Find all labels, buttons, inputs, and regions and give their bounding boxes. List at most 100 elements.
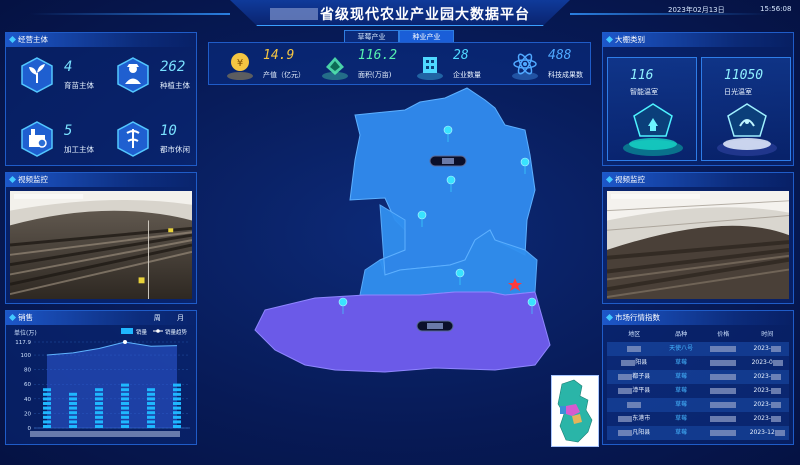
bar-segment (121, 392, 129, 396)
blurred-region (427, 323, 443, 329)
sales-panel: 销售 周 月 单位(万) 销量 销量趋势 0 20 40 60 80 100 117.9 (5, 310, 197, 445)
bar-segment (95, 420, 103, 424)
market-table-header: 地区 品种 价格 时间 (607, 328, 789, 342)
cell-time: 2023-0 (745, 356, 789, 370)
left-video-panel: 视频监控 (5, 172, 197, 304)
entity-label: 都市休闲 (160, 145, 190, 154)
table-row[interactable]: 漳平县 草莓 2023- (607, 384, 789, 398)
yuan-icon: ¥ (227, 53, 253, 80)
blurred-region (770, 345, 781, 352)
entity-label: 育苗主体 (64, 81, 94, 90)
cell-price (701, 370, 746, 384)
bar-segment (173, 420, 181, 424)
table-row[interactable]: 都子县 草莓 2023- (607, 370, 789, 384)
entity-label: 加工主体 (64, 145, 94, 154)
cell-time: 2023- (745, 342, 789, 356)
blurred-region (618, 415, 633, 422)
entities-title: 经营主体 (6, 33, 196, 47)
bar-segment (147, 397, 155, 401)
cell-time: 2023- (745, 412, 789, 426)
bar-segment (121, 420, 129, 424)
blurred-region (270, 8, 318, 20)
y-tick-label: 100 (21, 353, 32, 359)
greenhouse-solar-icon (717, 103, 777, 156)
stats-bar: ¥14.9 产值（亿元） 116.2 面积(万亩) 28 企业数量 488 科技成果数 (208, 42, 591, 85)
entity-card[interactable]: 262 种植主体 (116, 55, 201, 95)
bar-segment (147, 406, 155, 410)
table-row[interactable]: 阳县 草莓 2023-0 (607, 356, 789, 370)
page-title-text: 省级现代农业产业园大数据平台 (320, 7, 530, 23)
bar-segment (173, 402, 181, 405)
header-line-left (30, 13, 230, 15)
left-video-feed[interactable] (10, 191, 192, 299)
cell-product: 草莓 (675, 401, 688, 408)
entity-value: 10 (160, 123, 177, 139)
cell-region: 都子县 (607, 370, 661, 384)
bar-segment (95, 397, 103, 401)
greenhouse-smart-card[interactable]: 116 智能温室 (607, 57, 697, 161)
header-time: 15:56:08 (760, 5, 792, 13)
cell-product: 草莓 (675, 373, 688, 380)
right-video-feed[interactable] (607, 191, 789, 299)
sales-period-switch: 周 月 (140, 313, 184, 323)
blurred-region (770, 373, 781, 380)
bar-segment (147, 402, 155, 405)
bar-segment (69, 397, 77, 401)
park-map[interactable] (205, 80, 595, 460)
bar-segment (147, 411, 155, 415)
cell-region-text: 凡阳县 (632, 429, 651, 436)
table-row[interactable]: 天使八号 2023- (607, 342, 789, 356)
leisure-icon (117, 121, 149, 157)
map-region-south[interactable] (254, 291, 551, 373)
cell-time-text: 2023- (753, 373, 771, 380)
cell-region-text: 都子县 (632, 373, 651, 380)
farmer-icon (117, 57, 149, 93)
cell-time-text: 2023- (753, 415, 771, 422)
stat-value: 488 (548, 48, 572, 63)
y-tick-label: 20 (24, 411, 31, 417)
bar-segment (121, 397, 129, 401)
location-minimap[interactable] (551, 375, 599, 447)
bar-segment (43, 415, 51, 419)
entity-card[interactable]: 4 育苗主体 (20, 55, 105, 95)
cell-price (701, 342, 746, 356)
blurred-region (618, 387, 633, 394)
entity-value: 5 (64, 123, 73, 139)
cell-region (607, 342, 661, 356)
market-panel: 市场行情指数 地区 品种 价格 时间 天使八号 2023- 阳县 草莓 2023-0 都子… (602, 310, 794, 445)
bar-segment (121, 425, 129, 428)
bar-segment (69, 420, 77, 424)
y-tick-label: 40 (24, 397, 31, 403)
stat-card: 28 企业数量 (407, 46, 497, 84)
bar-segment (43, 420, 51, 424)
entity-card[interactable]: 5 加工主体 (20, 119, 105, 159)
greenhouse-solar-card[interactable]: 11050 日光温室 (701, 57, 791, 161)
enterprise-icon (417, 57, 443, 80)
blurred-region (710, 359, 737, 366)
stat-value: 14.9 (263, 48, 295, 63)
region-map (254, 87, 551, 373)
cell-time-text: 2023-12 (749, 429, 775, 436)
cell-product: 草莓 (675, 387, 688, 394)
left-video-title: 视频监控 (6, 173, 196, 187)
svg-text:¥: ¥ (237, 58, 243, 69)
bar-segment (121, 415, 129, 419)
col-region-header: 地区 (628, 331, 641, 338)
table-row[interactable]: 东港市 草莓 2023- (607, 412, 789, 426)
header-date: 2023年02月13日 (668, 6, 725, 14)
sales-unit-label: 单位(万) (14, 329, 37, 337)
entity-value: 262 (160, 59, 186, 75)
period-week-button[interactable]: 周 (154, 314, 161, 322)
greenhouse-title: 大棚类别 (603, 33, 793, 47)
bar-segment (95, 406, 103, 410)
cell-region: 凡阳县 (607, 426, 661, 440)
blurred-region (770, 415, 781, 422)
cell-product: 天使八号 (669, 345, 694, 352)
cell-price (701, 398, 746, 412)
table-row[interactable]: 草莓 2023- (607, 398, 789, 412)
table-row[interactable]: 凡阳县 草莓 2023-12 (607, 426, 789, 440)
blurred-region (710, 345, 737, 352)
entity-card[interactable]: 10 都市休闲 (116, 119, 201, 159)
area-icon (322, 57, 348, 80)
period-month-button[interactable]: 月 (177, 314, 184, 322)
